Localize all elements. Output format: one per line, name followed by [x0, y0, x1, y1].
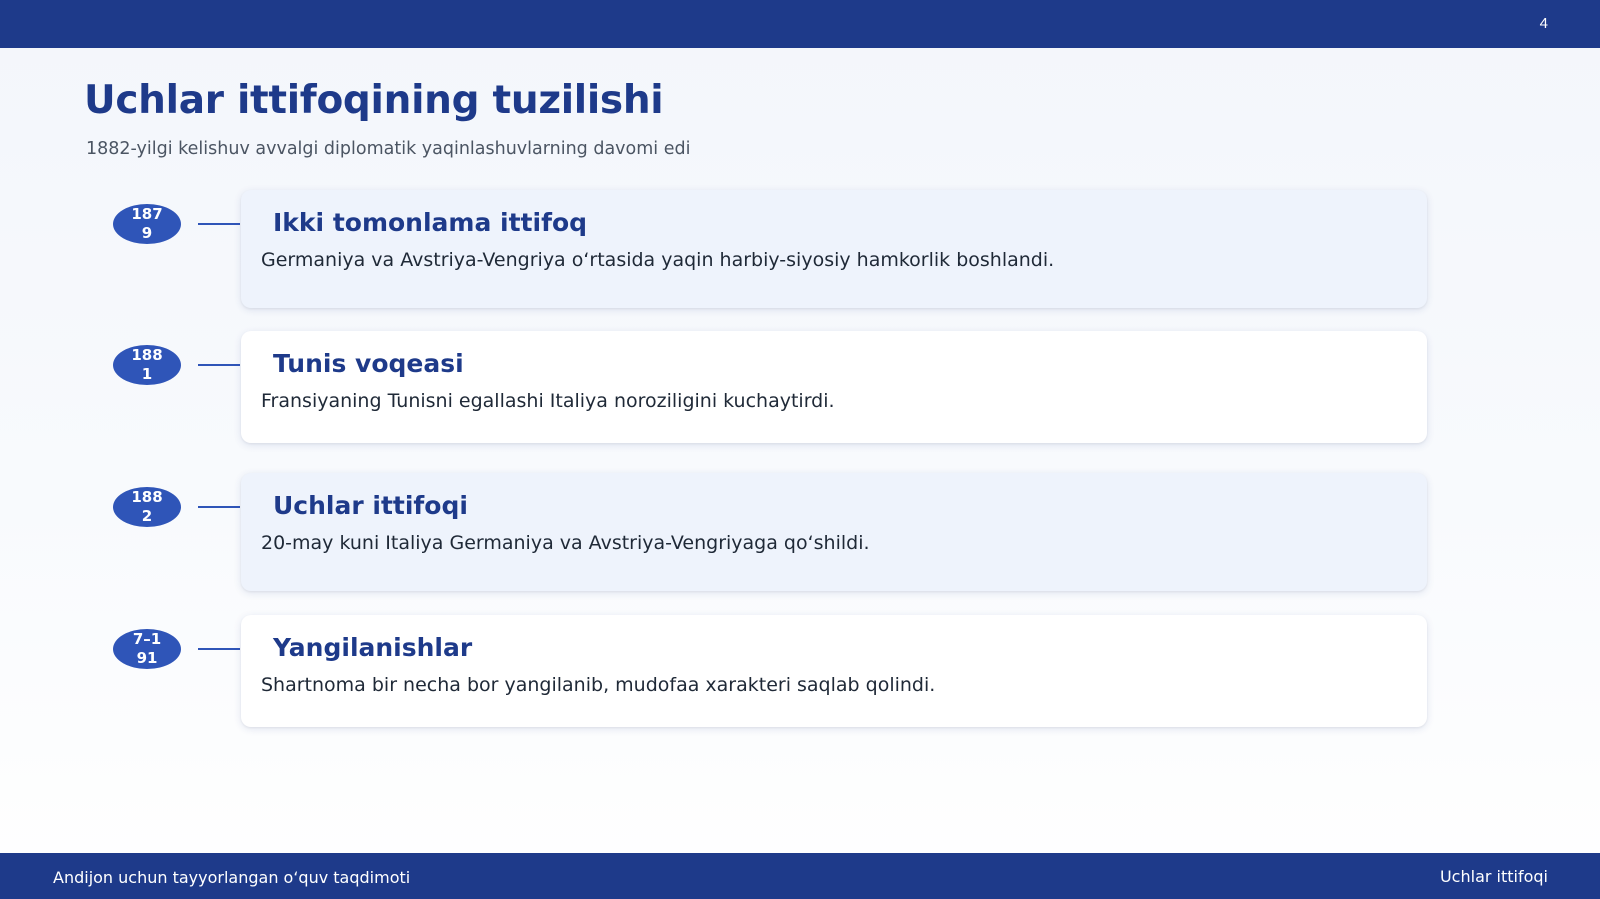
slide-title: Uchlar ittifoqining tuzilishi: [84, 78, 664, 123]
connector-line: [198, 506, 240, 508]
year-badge: 1879: [113, 204, 181, 244]
event-description: Fransiyaning Tunisni egallashi Italiya n…: [261, 390, 835, 412]
footer-bar: Andijon uchun tayyorlangan o‘quv taqdimo…: [0, 853, 1600, 899]
year-badge: 1881: [113, 345, 181, 385]
year-label: 1882: [131, 488, 163, 525]
footer-right-text: Uchlar ittifoqi: [1439, 867, 1548, 886]
event-title: Uchlar ittifoqi: [273, 491, 468, 520]
timeline-item: 1882 Uchlar ittifoqi 20-may kuni Italiya…: [0, 473, 1600, 593]
event-card: Ikki tomonlama ittifoq Germaniya va Avst…: [241, 190, 1427, 308]
timeline-item: 1881 Tunis voqeasi Fransiyaning Tunisni …: [0, 331, 1600, 451]
event-title: Ikki tomonlama ittifoq: [273, 208, 588, 237]
slide-subtitle: 1882-yilgi kelishuv avvalgi diplomatik y…: [86, 139, 691, 159]
timeline-item: 7–191 Yangilanishlar Shartnoma bir necha…: [0, 615, 1600, 735]
year-label: 1881: [131, 346, 163, 383]
event-card: Tunis voqeasi Fransiyaning Tunisni egall…: [241, 331, 1427, 443]
year-badge: 7–191: [113, 629, 181, 669]
event-description: 20-may kuni Italiya Germaniya va Avstriy…: [261, 532, 870, 554]
connector-line: [198, 648, 240, 650]
timeline-item: 1879 Ikki tomonlama ittifoq Germaniya va…: [0, 190, 1600, 310]
year-label: 7–191: [132, 630, 162, 667]
event-title: Yangilanishlar: [273, 633, 473, 662]
event-description: Shartnoma bir necha bor yangilanib, mudo…: [261, 674, 936, 696]
year-badge: 1882: [113, 487, 181, 527]
event-title: Tunis voqeasi: [273, 349, 464, 378]
year-label: 1879: [131, 205, 163, 242]
event-card: Uchlar ittifoqi 20-may kuni Italiya Germ…: [241, 473, 1427, 591]
connector-line: [198, 223, 240, 225]
top-bar: 4: [0, 0, 1600, 48]
event-card: Yangilanishlar Shartnoma bir necha bor y…: [241, 615, 1427, 727]
footer-left-text: Andijon uchun tayyorlangan o‘quv taqdimo…: [53, 868, 411, 887]
connector-line: [198, 364, 240, 366]
event-description: Germaniya va Avstriya-Vengriya o‘rtasida…: [261, 249, 1055, 271]
page-number: 4: [1539, 15, 1548, 32]
